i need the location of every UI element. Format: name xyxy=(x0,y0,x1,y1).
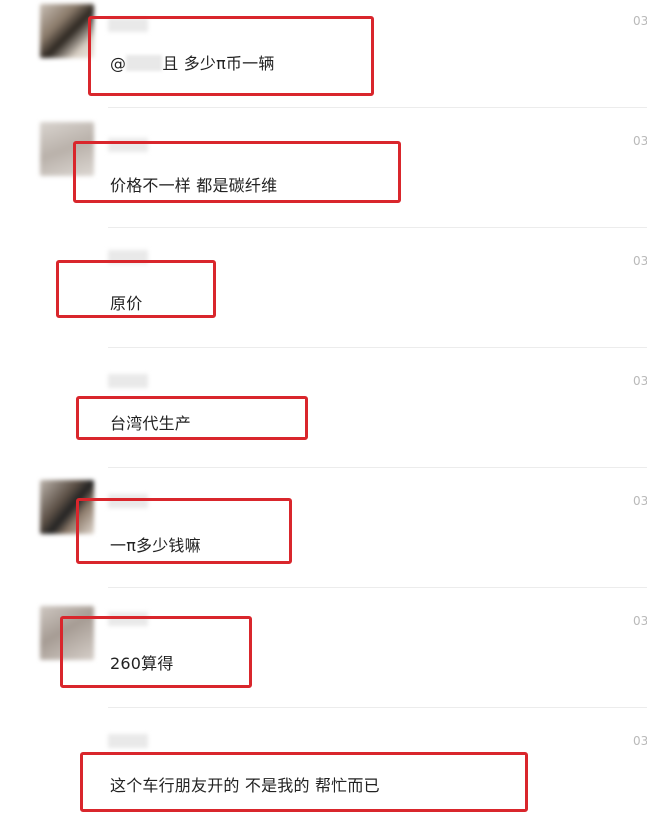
timestamp: 03 xyxy=(633,134,647,148)
comment-item: 03 @ 且 多少π币一辆 xyxy=(0,0,647,120)
timestamp: 03 xyxy=(633,14,647,28)
comment-item: 03 原价 xyxy=(0,228,647,348)
comment-item: 03 价格不一样 都是碳纤维 xyxy=(0,108,647,228)
highlight-box xyxy=(88,16,374,96)
timestamp: 03 xyxy=(633,494,647,508)
highlight-box xyxy=(76,396,308,440)
timestamp: 03 xyxy=(633,254,647,268)
highlight-box xyxy=(76,498,292,564)
timestamp: 03 xyxy=(633,614,647,628)
comment-item: 03 一π多少钱嘛 xyxy=(0,468,647,588)
comment-item: 03 台湾代生产 xyxy=(0,348,647,468)
timestamp: 03 xyxy=(633,734,647,748)
username-redacted xyxy=(108,734,148,748)
timestamp: 03 xyxy=(633,374,647,388)
avatar[interactable] xyxy=(40,4,94,58)
comment-item: 03 这个车行朋友开的 不是我的 帮忙而已 xyxy=(0,708,647,818)
comment-item: 03 260算得 xyxy=(0,588,647,708)
username-redacted xyxy=(108,374,148,388)
highlight-box xyxy=(80,752,528,812)
highlight-box xyxy=(60,616,252,688)
highlight-box xyxy=(73,141,401,203)
highlight-box xyxy=(56,260,216,318)
